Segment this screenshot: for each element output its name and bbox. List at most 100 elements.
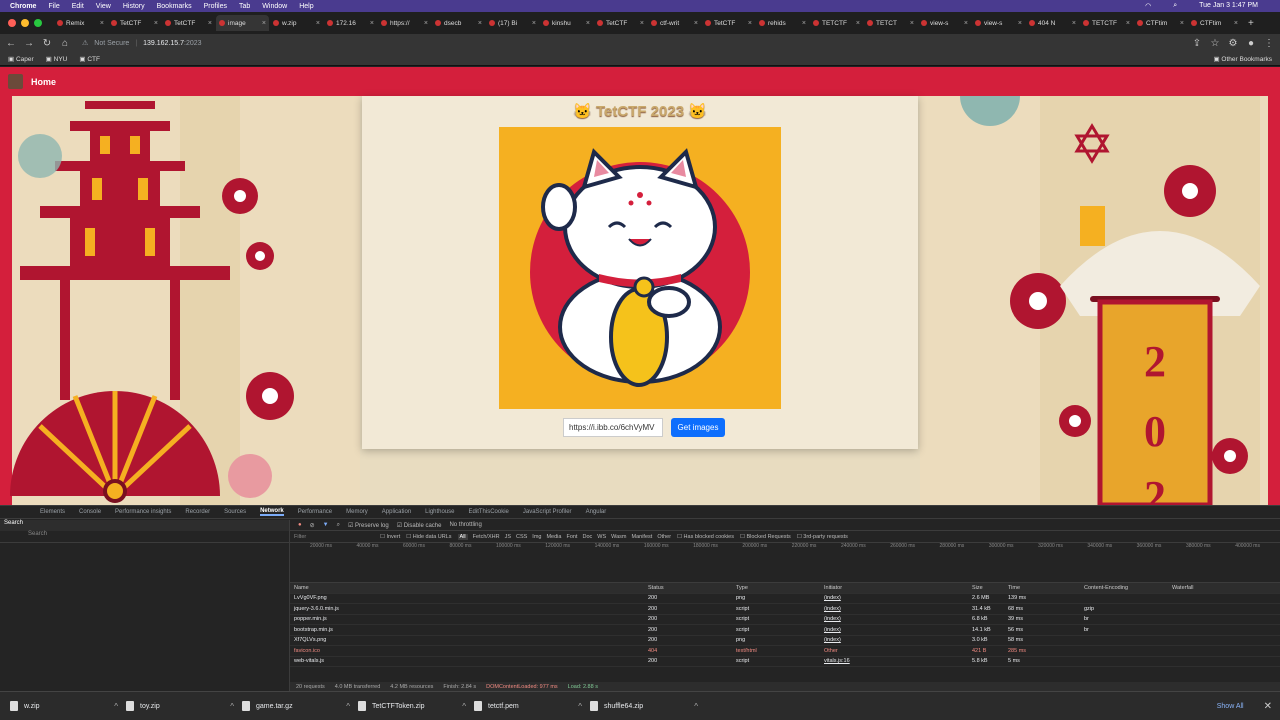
- minimize-window-button[interactable]: [21, 19, 29, 27]
- table-row[interactable]: popper.min.js 200 script (index) 6.8 kB 39 ms…: [290, 615, 1280, 625]
- wifi-icon[interactable]: ◠: [1145, 2, 1151, 10]
- cell-initiator[interactable]: (index): [824, 606, 972, 612]
- search-icon[interactable]: ⌕: [337, 522, 340, 529]
- download-item[interactable]: tetctf.pem ^: [470, 696, 582, 716]
- extensions-icon[interactable]: ⚙: [1228, 38, 1238, 49]
- invert-checkbox[interactable]: ☐ Invert: [380, 534, 400, 540]
- more-menu-icon[interactable]: ⋮: [1264, 38, 1274, 49]
- browser-tab[interactable]: TetCTF ×: [162, 15, 215, 31]
- column-header-status[interactable]: Status: [648, 585, 736, 591]
- table-row[interactable]: bootstrap.min.js 200 script (index) 14.1 kB 5…: [290, 625, 1280, 636]
- cell-initiator[interactable]: vitals.js:16: [824, 658, 972, 664]
- clock[interactable]: Tue Jan 3 1:47 PM: [1199, 2, 1258, 10]
- clear-icon[interactable]: ⊘: [310, 522, 315, 529]
- menu-tab[interactable]: Tab: [239, 3, 250, 10]
- menu-file[interactable]: File: [48, 3, 59, 10]
- show-all-downloads-link[interactable]: Show All: [1217, 703, 1244, 710]
- devtools-search-input[interactable]: Search: [0, 531, 289, 543]
- tab-close-icon[interactable]: ×: [694, 20, 698, 27]
- hide-data-urls-checkbox[interactable]: ☐ Hide data URLs: [406, 534, 451, 540]
- tab-close-icon[interactable]: ×: [748, 20, 752, 27]
- tab-close-icon[interactable]: ×: [154, 20, 158, 27]
- bookmark-star-icon[interactable]: ☆: [1210, 38, 1220, 49]
- column-header-name[interactable]: Name: [290, 585, 648, 591]
- new-tab-button[interactable]: +: [1248, 18, 1254, 29]
- browser-tab[interactable]: TETCTF ×: [1080, 15, 1133, 31]
- table-row[interactable]: favicon.ico 404 text/html Other 421 B 285 ms: [290, 646, 1280, 657]
- browser-tab[interactable]: view-s ×: [972, 15, 1025, 31]
- browser-tab[interactable]: 404 N ×: [1026, 15, 1079, 31]
- tab-close-icon[interactable]: ×: [100, 20, 104, 27]
- tab-close-icon[interactable]: ×: [856, 20, 860, 27]
- share-icon[interactable]: ⇪: [1192, 38, 1202, 49]
- table-row[interactable]: jquery-3.6.0.min.js 200 script (index) 31.4 …: [290, 604, 1280, 615]
- browser-tab[interactable]: CTFtim ×: [1134, 15, 1187, 31]
- devtools-tab-editthiscookie[interactable]: EditThisCookie: [469, 509, 509, 515]
- tab-close-icon[interactable]: ×: [910, 20, 914, 27]
- filter-type-js[interactable]: JS: [505, 534, 511, 540]
- tab-close-icon[interactable]: ×: [1234, 20, 1238, 27]
- disable-cache-checkbox[interactable]: ☑ Disable cache: [397, 522, 442, 529]
- cell-initiator[interactable]: (index): [824, 616, 972, 622]
- browser-tab[interactable]: TetCTF ×: [108, 15, 161, 31]
- filter-input[interactable]: Filter: [294, 534, 374, 540]
- tab-close-icon[interactable]: ×: [208, 20, 212, 27]
- browser-tab[interactable]: TETCT ×: [864, 15, 917, 31]
- cell-initiator[interactable]: (index): [824, 637, 972, 643]
- filter-type-doc[interactable]: Doc: [582, 534, 592, 540]
- table-row[interactable]: web-vitals.js 200 script vitals.js:16 5.8 kB…: [290, 657, 1280, 667]
- network-timeline-overview[interactable]: 20000 ms 40000 ms 60000 ms 80000 ms 100000 m…: [290, 543, 1280, 583]
- devtools-tab-performance-insights[interactable]: Performance insights: [115, 509, 171, 515]
- devtools-tab-javascript-profiler[interactable]: JavaScript Profiler: [523, 509, 572, 515]
- blocked-cookies-checkbox[interactable]: ☐ Has blocked cookies: [677, 534, 734, 540]
- bookmark-caper[interactable]: ▣ Caper: [8, 55, 34, 63]
- download-item[interactable]: TetCTFToken.zip ^: [354, 696, 466, 716]
- menu-profiles[interactable]: Profiles: [204, 3, 227, 10]
- cell-initiator[interactable]: (index): [824, 627, 972, 633]
- get-images-button[interactable]: Get images: [671, 418, 725, 437]
- chevron-up-icon[interactable]: ^: [114, 702, 118, 711]
- tab-close-icon[interactable]: ×: [262, 20, 266, 27]
- browser-tab[interactable]: kinshu ×: [540, 15, 593, 31]
- browser-tab[interactable]: image ×: [216, 15, 269, 31]
- browser-tab[interactable]: CTFtim ×: [1188, 15, 1241, 31]
- tab-close-icon[interactable]: ×: [964, 20, 968, 27]
- menu-history[interactable]: History: [123, 3, 145, 10]
- menu-help[interactable]: Help: [299, 3, 313, 10]
- chevron-up-icon[interactable]: ^: [230, 702, 234, 711]
- menu-window[interactable]: Window: [262, 3, 287, 10]
- chevron-up-icon[interactable]: ^: [694, 702, 698, 711]
- image-url-input[interactable]: [563, 418, 663, 437]
- devtools-tab-performance[interactable]: Performance: [298, 509, 332, 515]
- browser-tab[interactable]: Remix ×: [54, 15, 107, 31]
- devtools-tab-lighthouse[interactable]: Lighthouse: [425, 509, 454, 515]
- devtools-tab-elements[interactable]: Elements: [40, 509, 65, 515]
- filter-type-wasm[interactable]: Wasm: [611, 534, 626, 540]
- tab-close-icon[interactable]: ×: [802, 20, 806, 27]
- record-icon[interactable]: ●: [298, 522, 302, 528]
- tab-close-icon[interactable]: ×: [1072, 20, 1076, 27]
- chevron-up-icon[interactable]: ^: [578, 702, 582, 711]
- download-item[interactable]: shuffle64.zip ^: [586, 696, 698, 716]
- download-item[interactable]: w.zip ^: [6, 696, 118, 716]
- devtools-tab-application[interactable]: Application: [382, 509, 411, 515]
- tab-close-icon[interactable]: ×: [586, 20, 590, 27]
- tab-close-icon[interactable]: ×: [1126, 20, 1130, 27]
- browser-tab[interactable]: TetCTF ×: [594, 15, 647, 31]
- filter-type-ws[interactable]: WS: [597, 534, 606, 540]
- browser-tab[interactable]: TETCTF ×: [810, 15, 863, 31]
- devtools-tab-network[interactable]: Network: [260, 508, 284, 516]
- menu-view[interactable]: View: [96, 3, 111, 10]
- browser-tab[interactable]: w.zip ×: [270, 15, 323, 31]
- tab-close-icon[interactable]: ×: [1180, 20, 1184, 27]
- browser-tab[interactable]: view-s ×: [918, 15, 971, 31]
- back-arrow-icon[interactable]: ←: [6, 38, 16, 49]
- browser-tab[interactable]: rehids ×: [756, 15, 809, 31]
- column-header-time[interactable]: Time: [1008, 585, 1084, 591]
- filter-type-img[interactable]: Img: [532, 534, 541, 540]
- zoom-window-button[interactable]: [34, 19, 42, 27]
- filter-type-css[interactable]: CSS: [516, 534, 527, 540]
- column-header-type[interactable]: Type: [736, 585, 824, 591]
- menu-app-name[interactable]: Chrome: [10, 3, 36, 10]
- column-header-size[interactable]: Size: [972, 585, 1008, 591]
